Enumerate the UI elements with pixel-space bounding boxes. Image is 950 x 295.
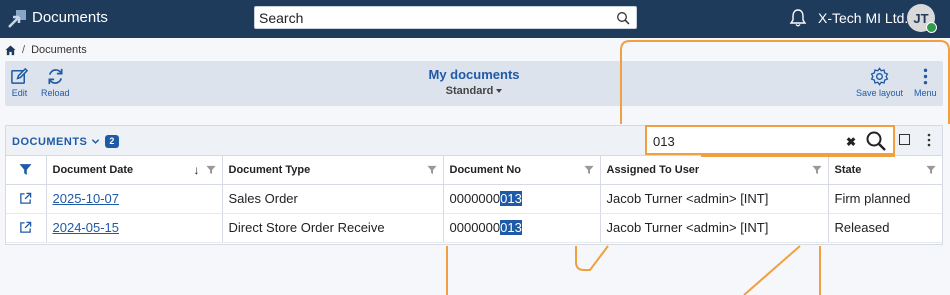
table-row[interactable]: 2024-05-15 Direct Store Order Receive 00… — [6, 213, 942, 243]
save-layout-label: Save layout — [856, 88, 904, 98]
assigned-user-cell: Jacob Turner <admin> [INT] — [600, 213, 829, 243]
open-record-cell[interactable] — [6, 213, 47, 243]
document-date-link[interactable]: 2025-10-07 — [53, 191, 120, 206]
view-selector-label: Standard — [445, 85, 494, 97]
chevron-down-icon — [496, 89, 503, 94]
bell-icon[interactable] — [788, 8, 808, 28]
funnel-icon[interactable] — [205, 165, 216, 175]
view-header: My documents Standard — [5, 67, 943, 97]
sort-descending-icon[interactable]: ↓ — [194, 163, 200, 177]
search-icon[interactable] — [865, 130, 887, 152]
state-cell: Firm planned — [828, 184, 942, 214]
select-all-checkbox[interactable] — [899, 134, 910, 145]
search-match-highlight: 013 — [500, 220, 522, 235]
online-status-icon — [926, 22, 937, 33]
menu-button[interactable]: Menu — [914, 67, 937, 98]
table-header-row: Document Date ↓ Document Type Document N… — [6, 156, 942, 185]
search-icon[interactable] — [616, 11, 630, 25]
document-date-cell: 2025-10-07 — [46, 184, 223, 214]
column-header-document-no[interactable]: Document No — [443, 156, 601, 185]
kebab-menu-icon — [923, 68, 927, 85]
document-date-link[interactable]: 2024-05-15 — [53, 220, 120, 235]
external-link-icon[interactable] — [19, 221, 32, 234]
open-record-cell[interactable] — [6, 184, 47, 214]
document-no-cell: 0000000013 — [443, 213, 601, 243]
column-header-document-type[interactable]: Document Type — [222, 156, 444, 185]
column-header-label: State — [834, 163, 862, 176]
assigned-user-cell: Jacob Turner <admin> [INT] — [600, 184, 829, 214]
view-selector[interactable]: Standard — [5, 85, 943, 97]
external-link-icon[interactable] — [19, 192, 32, 205]
column-header-label: Document No — [449, 163, 522, 176]
documents-grid: DOCUMENTS 2 ✖ — [5, 125, 943, 245]
grid-filter[interactable]: ✖ — [645, 125, 895, 155]
column-header-assigned-to-user[interactable]: Assigned To User — [600, 156, 829, 185]
home-icon[interactable] — [5, 44, 16, 56]
column-header-label: Document Date — [52, 163, 134, 176]
app-title: Documents — [32, 9, 108, 26]
grid-header-bar: DOCUMENTS 2 ✖ — [6, 125, 942, 156]
grid-title-label: DOCUMENTS — [12, 135, 88, 148]
document-no-prefix: 0000000 — [449, 220, 501, 235]
table-row[interactable]: 2025-10-07 Sales Order 0000000013 Jacob … — [6, 184, 942, 214]
breadcrumb-separator: / — [22, 44, 26, 56]
document-date-cell: 2024-05-15 — [46, 213, 223, 243]
breadcrumb-current: Documents — [31, 44, 87, 56]
top-bar: Documents X-Tech MI Ltd. JT — [0, 0, 950, 38]
record-count-badge: 2 — [105, 135, 119, 148]
column-header-label: Document Type — [228, 163, 311, 176]
save-layout-button[interactable]: Save layout — [856, 67, 903, 98]
grid-title[interactable]: DOCUMENTS 2 — [12, 135, 119, 148]
grid-filter-input[interactable] — [653, 132, 843, 150]
global-search-input[interactable] — [259, 9, 609, 27]
funnel-icon — [19, 164, 32, 176]
document-no-cell: 0000000013 — [443, 184, 601, 214]
search-match-highlight: 013 — [500, 191, 522, 206]
page-title: My documents — [428, 67, 520, 82]
column-header-document-date[interactable]: Document Date ↓ — [46, 156, 223, 185]
filter-column-header[interactable] — [6, 156, 47, 185]
company-name[interactable]: X-Tech MI Ltd. — [818, 10, 908, 26]
document-no-prefix: 0000000 — [449, 191, 501, 206]
funnel-icon[interactable] — [426, 165, 437, 175]
global-search[interactable] — [254, 6, 637, 29]
state-cell: Released — [828, 213, 942, 243]
chevron-down-icon — [92, 139, 100, 144]
document-type-cell: Direct Store Order Receive — [222, 213, 444, 243]
documents-table: Document Date ↓ Document Type Document N… — [6, 156, 942, 243]
breadcrumb: / Documents — [5, 44, 87, 56]
gear-icon — [870, 67, 889, 86]
funnel-icon[interactable] — [811, 165, 822, 175]
document-type-cell: Sales Order — [222, 184, 444, 214]
menu-label: Menu — [914, 88, 937, 98]
toolbar: Edit Reload My documents Standard Save l… — [5, 61, 943, 106]
clear-filter-icon[interactable]: ✖ — [846, 135, 856, 149]
column-header-state[interactable]: State — [828, 156, 942, 185]
grid-options-icon[interactable] — [924, 133, 934, 147]
funnel-icon[interactable] — [583, 165, 594, 175]
documents-app-icon[interactable] — [7, 9, 27, 29]
funnel-icon[interactable] — [926, 165, 936, 175]
column-header-label: Assigned To User — [606, 163, 700, 176]
